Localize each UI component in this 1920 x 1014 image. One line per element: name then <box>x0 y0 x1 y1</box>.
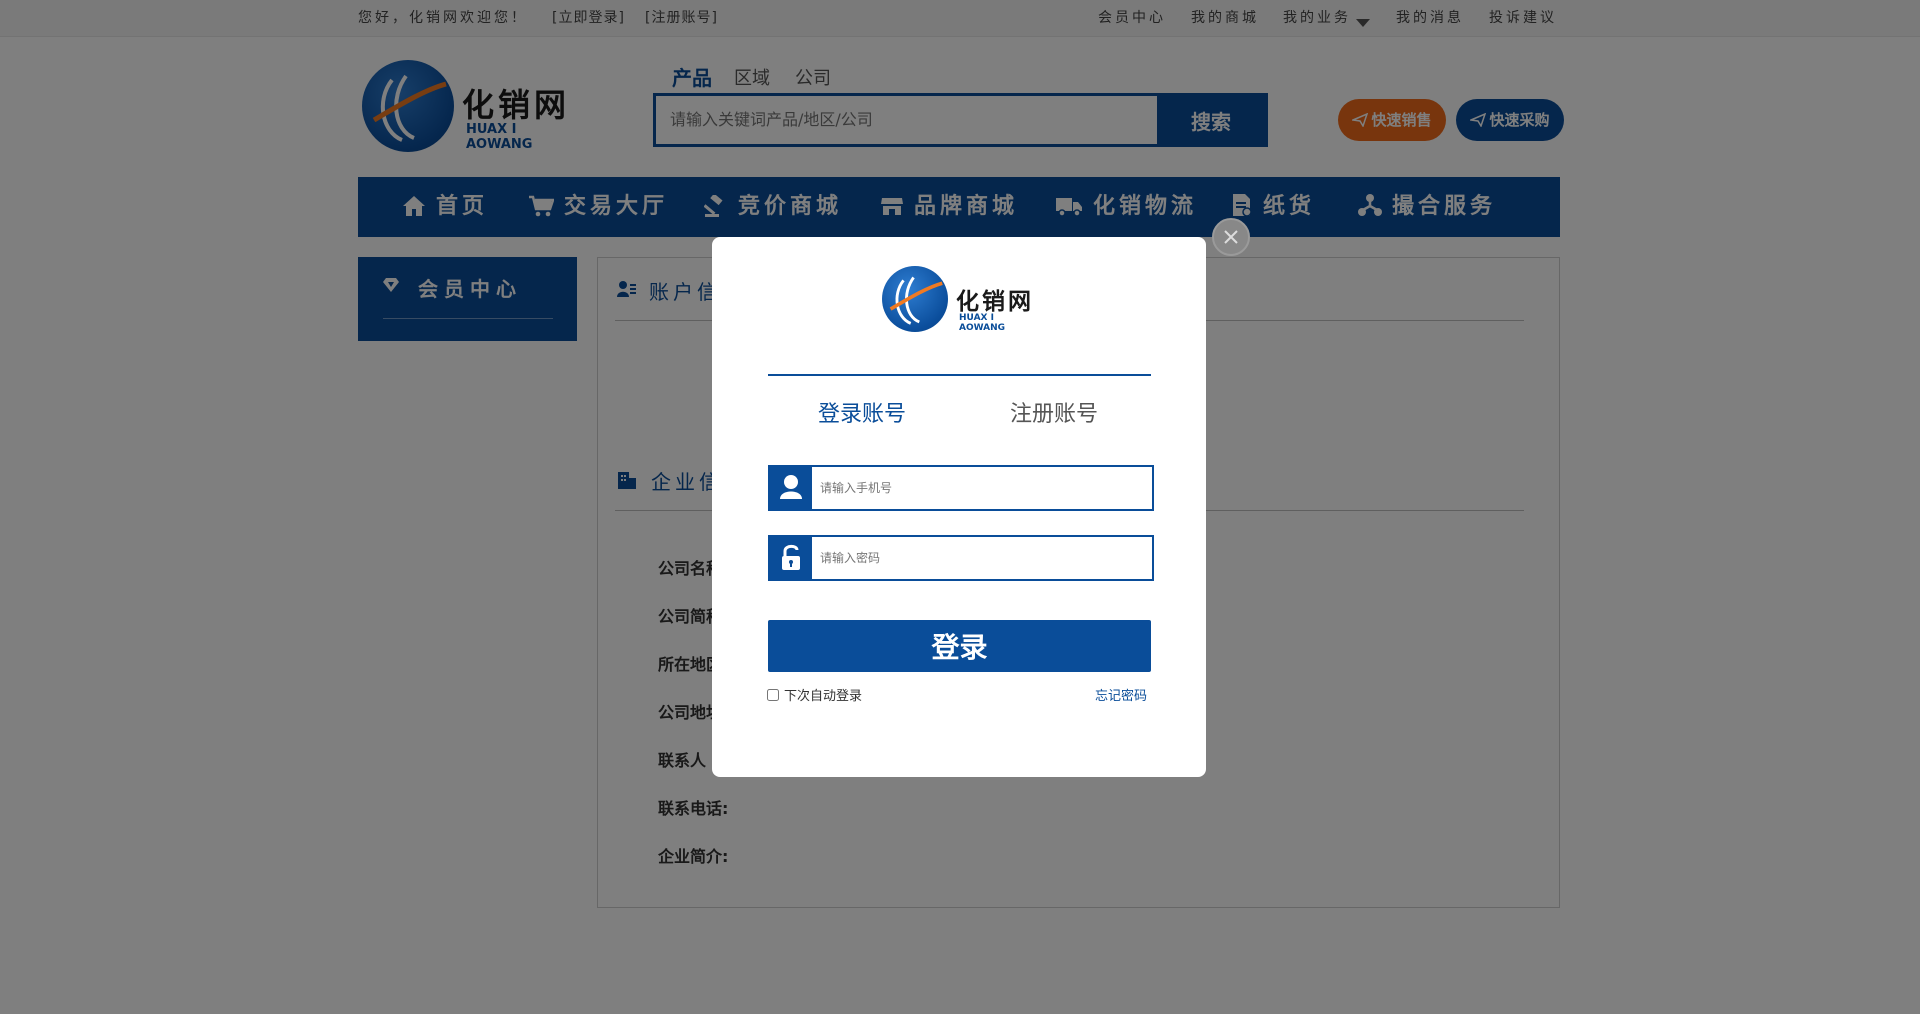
logo-name: 化销网 <box>956 288 1034 315</box>
password-input[interactable] <box>820 537 1140 579</box>
forgot-password-link[interactable]: 忘记密码 <box>1095 685 1147 704</box>
phone-field <box>768 465 1154 511</box>
close-icon <box>1224 230 1238 244</box>
user-icon <box>770 467 812 509</box>
tab-divider <box>768 374 1151 376</box>
phone-input[interactable] <box>820 467 1140 509</box>
logo-pinyin: HUAX I AOWANG <box>959 313 1006 333</box>
tab-login[interactable]: 登录账号 <box>818 396 906 428</box>
password-field <box>768 535 1154 581</box>
tab-register[interactable]: 注册账号 <box>1010 396 1098 428</box>
auto-login-checkbox[interactable] <box>767 689 779 701</box>
close-button[interactable] <box>1212 218 1250 256</box>
auto-login-label[interactable]: 下次自动登录 <box>784 685 862 704</box>
lock-icon <box>770 537 812 579</box>
logo-emblem-icon <box>882 266 948 332</box>
modal-logo: 化销网 HUAX I AOWANG <box>880 264 1040 336</box>
login-button[interactable]: 登录 <box>768 620 1151 672</box>
